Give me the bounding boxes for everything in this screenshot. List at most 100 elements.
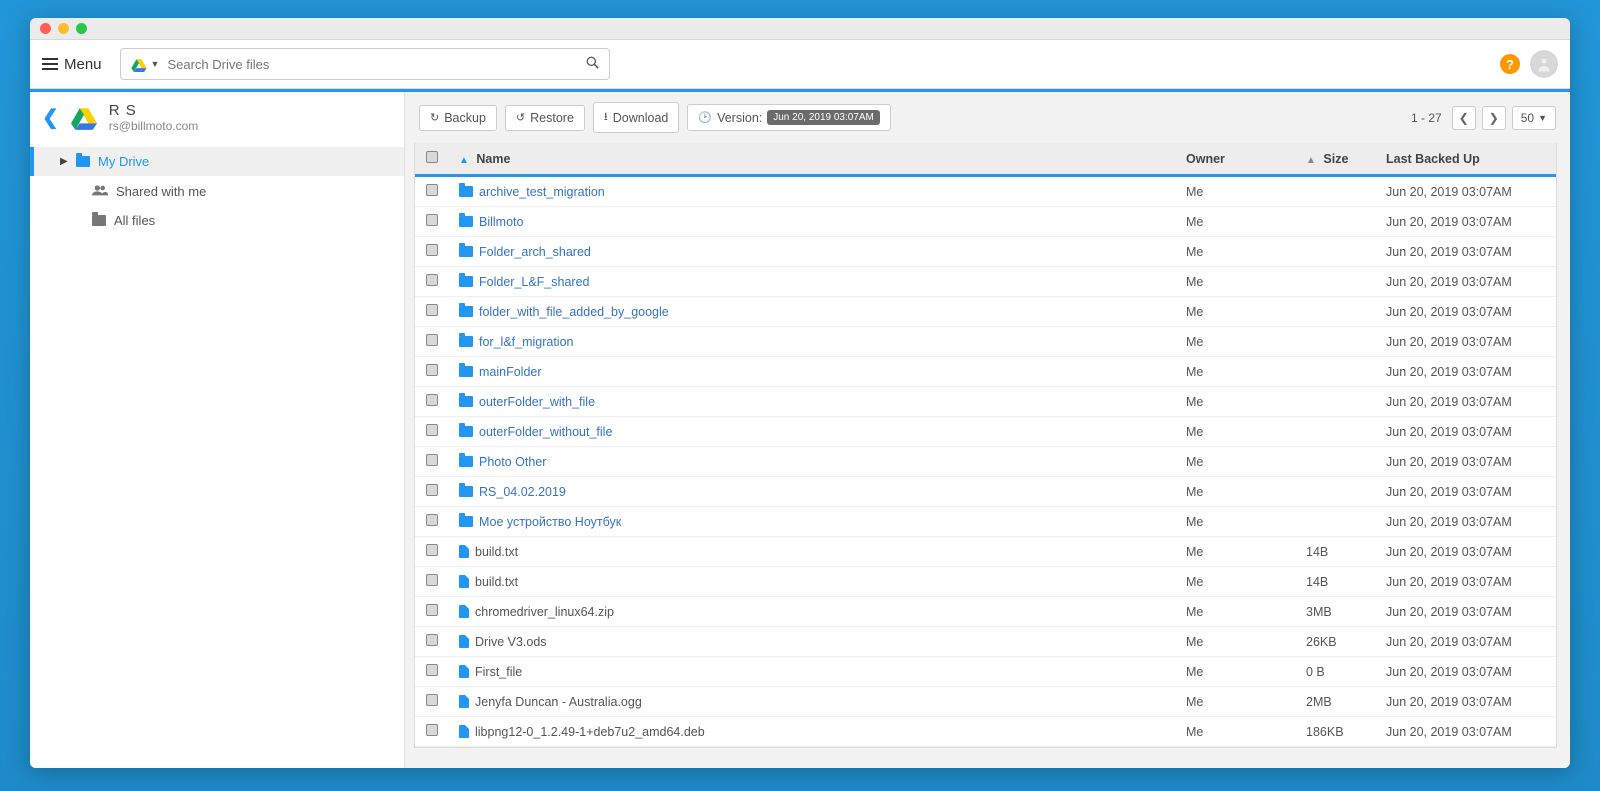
titlebar xyxy=(30,18,1570,40)
date-cell: Jun 20, 2019 03:07AM xyxy=(1376,687,1556,717)
col-select-all[interactable] xyxy=(415,143,449,176)
sidebar-item-my-drive[interactable]: ▶ My Drive xyxy=(30,147,404,176)
close-window-icon[interactable] xyxy=(40,23,51,34)
table-row[interactable]: Jenyfa Duncan - Australia.oggMe2MBJun 20… xyxy=(415,687,1556,717)
download-icon: ⭳ xyxy=(604,108,608,127)
pagesize-select[interactable]: 50 ▼ xyxy=(1512,106,1556,130)
drive-logo-icon xyxy=(71,106,97,130)
table-row[interactable]: outerFolder_with_fileMeJun 20, 2019 03:0… xyxy=(415,387,1556,417)
menu-button[interactable]: Menu xyxy=(42,56,102,73)
file-name[interactable]: outerFolder_without_file xyxy=(479,425,612,439)
next-page-button[interactable]: ❯ xyxy=(1482,106,1506,130)
download-button[interactable]: ⭳ Download xyxy=(593,102,679,133)
file-name[interactable]: libpng12-0_1.2.49-1+deb7u2_amd64.deb xyxy=(475,725,705,739)
search-box[interactable]: ▼ xyxy=(120,48,610,80)
row-checkbox[interactable] xyxy=(426,304,438,316)
owner-cell: Me xyxy=(1176,687,1296,717)
tree-caret-icon[interactable]: ▶ xyxy=(60,156,68,167)
row-checkbox[interactable] xyxy=(426,184,438,196)
version-button[interactable]: 🕑 Version: Jun 20, 2019 03:07AM xyxy=(687,104,891,131)
table-row[interactable]: RS_04.02.2019MeJun 20, 2019 03:07AM xyxy=(415,477,1556,507)
size-cell xyxy=(1296,507,1376,537)
table-row[interactable]: First_fileMe0 BJun 20, 2019 03:07AM xyxy=(415,657,1556,687)
table-row[interactable]: build.txtMe14BJun 20, 2019 03:07AM xyxy=(415,567,1556,597)
file-name[interactable]: build.txt xyxy=(475,545,518,559)
row-checkbox[interactable] xyxy=(426,364,438,376)
name-cell: chromedriver_linux64.zip xyxy=(459,605,1166,619)
backup-button[interactable]: ↻ Backup xyxy=(419,105,497,131)
file-name[interactable]: archive_test_migration xyxy=(479,185,605,199)
row-checkbox[interactable] xyxy=(426,424,438,436)
table-row[interactable]: Photo OtherMeJun 20, 2019 03:07AM xyxy=(415,447,1556,477)
col-name[interactable]: ▲ Name xyxy=(449,143,1176,176)
table-row[interactable]: archive_test_migrationMeJun 20, 2019 03:… xyxy=(415,176,1556,207)
date-cell: Jun 20, 2019 03:07AM xyxy=(1376,267,1556,297)
row-checkbox[interactable] xyxy=(426,394,438,406)
row-checkbox[interactable] xyxy=(426,664,438,676)
table-row[interactable]: mainFolderMeJun 20, 2019 03:07AM xyxy=(415,357,1556,387)
row-checkbox[interactable] xyxy=(426,274,438,286)
table-row[interactable]: Мое устройство НоутбукMeJun 20, 2019 03:… xyxy=(415,507,1556,537)
table-row[interactable]: for_l&f_migrationMeJun 20, 2019 03:07AM xyxy=(415,327,1556,357)
back-arrow-icon[interactable]: ❮ xyxy=(42,105,59,130)
table-row[interactable]: Drive V3.odsMe26KBJun 20, 2019 03:07AM xyxy=(415,627,1556,657)
row-checkbox[interactable] xyxy=(426,544,438,556)
file-name[interactable]: Folder_L&F_shared xyxy=(479,275,589,289)
file-name[interactable]: folder_with_file_added_by_google xyxy=(479,305,669,319)
minimize-window-icon[interactable] xyxy=(58,23,69,34)
row-checkbox[interactable] xyxy=(426,604,438,616)
help-icon[interactable]: ? xyxy=(1500,54,1520,74)
row-checkbox[interactable] xyxy=(426,574,438,586)
file-name[interactable]: Jenyfa Duncan - Australia.ogg xyxy=(475,695,642,709)
size-cell: 186KB xyxy=(1296,717,1376,747)
file-name[interactable]: outerFolder_with_file xyxy=(479,395,595,409)
row-checkbox[interactable] xyxy=(426,244,438,256)
avatar[interactable] xyxy=(1530,50,1558,78)
main: ↻ Backup ↺ Restore ⭳ Download 🕑 Version:… xyxy=(405,92,1570,768)
table-row[interactable]: folder_with_file_added_by_googleMeJun 20… xyxy=(415,297,1556,327)
row-checkbox[interactable] xyxy=(426,514,438,526)
col-owner[interactable]: Owner xyxy=(1176,143,1296,176)
maximize-window-icon[interactable] xyxy=(76,23,87,34)
file-name[interactable]: Drive V3.ods xyxy=(475,635,547,649)
table-row[interactable]: libpng12-0_1.2.49-1+deb7u2_amd64.debMe18… xyxy=(415,717,1556,747)
col-size[interactable]: ▲ Size xyxy=(1296,143,1376,176)
file-name[interactable]: for_l&f_migration xyxy=(479,335,574,349)
row-checkbox[interactable] xyxy=(426,334,438,346)
table-row[interactable]: build.txtMe14BJun 20, 2019 03:07AM xyxy=(415,537,1556,567)
drive-dropdown-caret-icon[interactable]: ▼ xyxy=(151,59,160,69)
row-checkbox[interactable] xyxy=(426,724,438,736)
checkbox-icon[interactable] xyxy=(426,151,438,163)
row-checkbox[interactable] xyxy=(426,214,438,226)
file-name[interactable]: chromedriver_linux64.zip xyxy=(475,605,614,619)
search-icon[interactable] xyxy=(586,56,599,72)
row-checkbox[interactable] xyxy=(426,484,438,496)
file-name[interactable]: RS_04.02.2019 xyxy=(479,485,566,499)
file-name[interactable]: Photo Other xyxy=(479,455,546,469)
file-name[interactable]: Мое устройство Ноутбук xyxy=(479,515,621,529)
file-name[interactable]: Billmoto xyxy=(479,215,523,229)
restore-button[interactable]: ↺ Restore xyxy=(505,105,585,131)
row-checkbox[interactable] xyxy=(426,634,438,646)
name-cell: for_l&f_migration xyxy=(459,335,1166,349)
table-row[interactable]: BillmotoMeJun 20, 2019 03:07AM xyxy=(415,207,1556,237)
table-row[interactable]: chromedriver_linux64.zipMe3MBJun 20, 201… xyxy=(415,597,1556,627)
table-row[interactable]: Folder_arch_sharedMeJun 20, 2019 03:07AM xyxy=(415,237,1556,267)
table-row[interactable]: Folder_L&F_sharedMeJun 20, 2019 03:07AM xyxy=(415,267,1556,297)
row-checkbox[interactable] xyxy=(426,454,438,466)
col-backed[interactable]: Last Backed Up xyxy=(1376,143,1556,176)
name-cell: Drive V3.ods xyxy=(459,635,1166,649)
sidebar-item-shared[interactable]: Shared with me xyxy=(30,176,404,206)
file-name[interactable]: Folder_arch_shared xyxy=(479,245,591,259)
file-name[interactable]: First_file xyxy=(475,665,522,679)
table-row[interactable]: outerFolder_without_fileMeJun 20, 2019 0… xyxy=(415,417,1556,447)
row-checkbox[interactable] xyxy=(426,694,438,706)
date-cell: Jun 20, 2019 03:07AM xyxy=(1376,447,1556,477)
file-name[interactable]: build.txt xyxy=(475,575,518,589)
search-input[interactable] xyxy=(159,57,585,72)
menu-label: Menu xyxy=(64,56,102,73)
prev-page-button[interactable]: ❮ xyxy=(1452,106,1476,130)
size-cell xyxy=(1296,207,1376,237)
sidebar-item-all-files[interactable]: All files xyxy=(30,206,404,235)
file-name[interactable]: mainFolder xyxy=(479,365,542,379)
